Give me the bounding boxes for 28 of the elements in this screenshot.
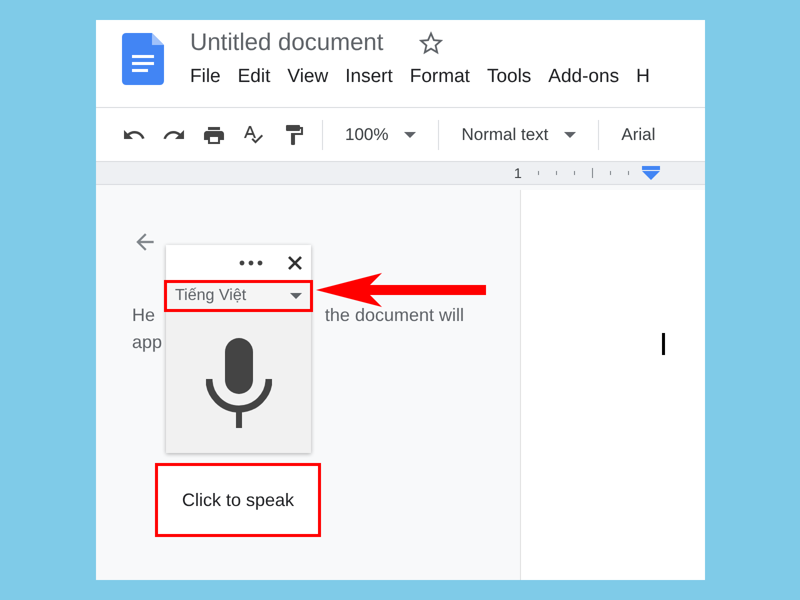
ruler-number: 1	[514, 165, 522, 181]
microphone-icon[interactable]	[206, 338, 272, 428]
menu-item[interactable]: Edit	[238, 66, 270, 88]
menu-item[interactable]: File	[190, 66, 221, 88]
hint-text: app	[132, 332, 164, 353]
menu-item[interactable]: Format	[410, 66, 470, 88]
font-dropdown[interactable]: Arial	[615, 120, 662, 148]
menu-item[interactable]: Add-ons	[548, 66, 620, 88]
star-icon[interactable]	[419, 31, 444, 55]
document-title[interactable]: Untitled document	[190, 29, 384, 57]
hint-text: the document will	[324, 305, 464, 326]
zoom-dropdown[interactable]: 100%	[339, 120, 422, 148]
style-dropdown[interactable]: Normal text	[455, 120, 582, 148]
menu-item[interactable]: Tools	[486, 66, 532, 88]
caret-icon	[290, 293, 302, 299]
document-logo[interactable]	[122, 33, 164, 85]
tooltip: Click to speak	[155, 463, 321, 537]
close-icon[interactable]	[287, 254, 303, 270]
menu-item[interactable]: H	[636, 66, 650, 88]
caret-icon	[564, 132, 576, 138]
more-icon[interactable]	[239, 260, 263, 266]
language-dropdown[interactable]: Tiếng Việt	[164, 280, 313, 312]
caret-icon	[404, 132, 416, 138]
text-cursor	[662, 333, 665, 355]
hint-text: He	[132, 305, 156, 326]
menu-item[interactable]: View	[287, 66, 328, 88]
menu-item[interactable]: Insert	[345, 66, 393, 88]
indent-marker-icon[interactable]	[642, 166, 660, 180]
